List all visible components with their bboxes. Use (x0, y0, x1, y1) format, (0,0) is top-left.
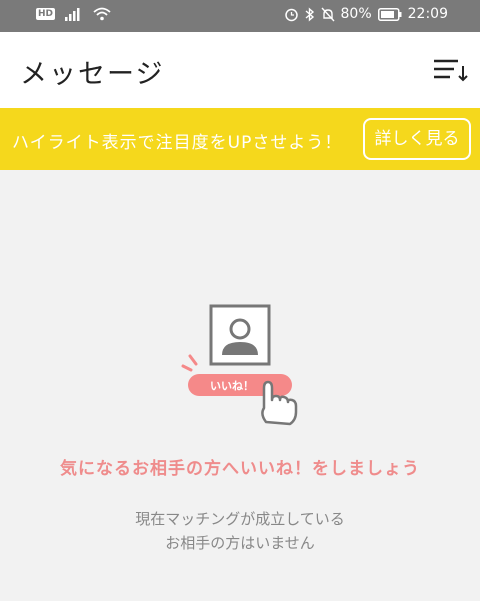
banner-text: ハイライト表示で注目度をUPさせよう！ (12, 133, 343, 153)
mute-bell-icon (321, 7, 335, 21)
empty-state-line-2: お相手の方はいません (165, 534, 315, 552)
wifi-icon (93, 7, 111, 21)
empty-state-title: 気になるお相手の方へいいね！をしましょう (60, 459, 420, 479)
sort-button[interactable] (432, 56, 470, 86)
clock: 22:09 (407, 6, 448, 22)
empty-state-message: 現在マッチングが成立している お相手の方はいません (0, 507, 480, 555)
empty-state-line-1: 現在マッチングが成立している (135, 510, 345, 528)
battery-icon (377, 7, 402, 21)
like-illustration: いいね！ (181, 304, 298, 426)
battery-percent: 80% (340, 6, 372, 22)
hd-badge: HD (36, 8, 56, 20)
burst-lines (181, 354, 198, 372)
like-label: いいね！ (210, 380, 254, 393)
highlight-banner[interactable]: ハイライト表示で注目度をUPさせよう！ 詳しく見る (0, 108, 480, 170)
bluetooth-icon (305, 6, 314, 22)
signal-icon (65, 8, 80, 21)
app-header: メッセージ (0, 32, 480, 108)
status-bar: HD 80% 22:09 (0, 0, 480, 32)
alarm-icon (284, 8, 298, 21)
details-button[interactable]: 詳しく見る (363, 118, 471, 160)
page-title: メッセージ (20, 59, 165, 90)
